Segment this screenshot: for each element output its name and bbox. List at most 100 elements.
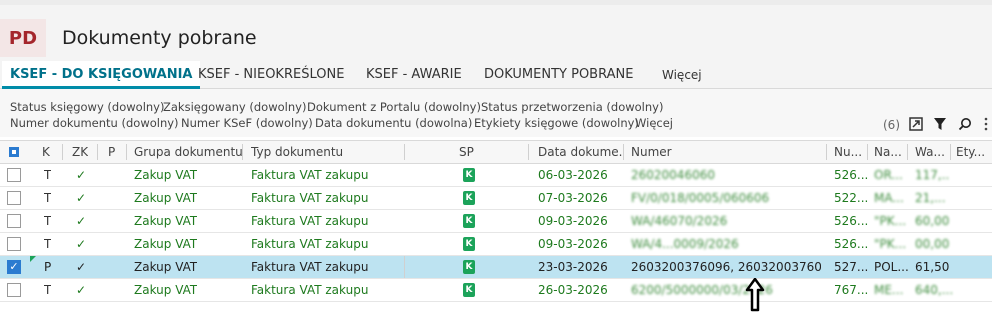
row-checkbox[interactable]: [7, 214, 21, 228]
record-count: (6): [883, 118, 900, 132]
col-separator: [242, 144, 243, 160]
cell-grupa: Zakup VAT: [134, 191, 198, 205]
filter-zaksiegowany[interactable]: Zaksięgowany (dowolny): [163, 100, 306, 114]
cell-grupa: Zakup VAT: [134, 283, 198, 297]
cell-wa: 21,...: [915, 191, 946, 205]
cell-nu: 526...: [834, 168, 869, 182]
cell-zk: ✓: [76, 260, 87, 274]
filter-numer-ksef[interactable]: Numer KSeF (dowolny): [181, 116, 313, 130]
table-row[interactable]: T ✓ Zakup VAT Faktura VAT zakupu 07-03-2026 F…: [0, 187, 992, 210]
cell-k: T: [44, 191, 52, 205]
col-zk[interactable]: ZK: [72, 141, 88, 163]
cell-zk: ✓: [76, 237, 87, 251]
col-separator: [907, 144, 908, 160]
filter-icon[interactable]: [931, 115, 949, 133]
filter-status-przetworzenia[interactable]: Status przetworzenia (dowolny): [481, 100, 663, 114]
tab-ksef-nieokreslone[interactable]: KSEF - NIEOKREŚLONE: [198, 61, 344, 89]
col-separator: [404, 144, 405, 160]
col-separator: [528, 144, 529, 160]
cell-typ: Faktura VAT zakupu: [251, 237, 369, 251]
cell-zk: ✓: [76, 214, 87, 228]
cell-numer: WA/46070/2026: [631, 214, 728, 228]
cell-typ: Faktura VAT zakupu: [251, 191, 369, 205]
column-divider: [404, 256, 405, 278]
col-separator: [97, 144, 98, 160]
cell-nu: 526...: [834, 214, 869, 228]
col-sp[interactable]: SP: [459, 141, 474, 163]
cell-na: OR...: [874, 168, 903, 182]
col-numer[interactable]: Numer: [631, 141, 672, 163]
tab-dokumenty-pobrane[interactable]: DOKUMENTY POBRANE: [484, 61, 633, 89]
ksef-icon: K: [463, 283, 475, 297]
table-row[interactable]: T ✓ Zakup VAT Faktura VAT zakupu 09-03-2026 W…: [0, 210, 992, 233]
ksef-icon: K: [463, 168, 475, 182]
row-checkbox[interactable]: ✓: [7, 260, 21, 274]
cell-k: P: [44, 260, 52, 274]
filter-more[interactable]: Więcej: [635, 116, 673, 130]
filter-bar: Status księgowy (dowolny) Zaksięgowany (…: [0, 89, 992, 137]
filter-numer-dokumentu[interactable]: Numer dokumentu (dowolny): [10, 116, 179, 130]
filter-dokument-z-portalu[interactable]: Dokument z Portalu (dowolny): [307, 100, 481, 114]
cell-k: T: [44, 237, 52, 251]
col-separator: [867, 144, 868, 160]
cell-nu: 767...: [834, 283, 869, 297]
row-checkbox[interactable]: [7, 237, 21, 251]
app-badge: PD: [0, 19, 46, 57]
table-row[interactable]: T ✓ Zakup VAT Faktura VAT zakupu 26-03-2026 6…: [0, 279, 992, 302]
row-checkbox[interactable]: [7, 168, 21, 182]
col-separator: [826, 144, 827, 160]
col-separator: [623, 144, 624, 160]
cell-numer: 26020046060: [631, 168, 715, 182]
tab-ksef-do-ksiegowania[interactable]: KSEF - DO KSIĘGOWANIA: [2, 61, 201, 89]
table-row[interactable]: ✓ P ✓ Zakup VAT Faktura VAT zakupu 23-03-2026…: [0, 256, 992, 279]
tab-ksef-awarie[interactable]: KSEF - AWARIE: [366, 61, 462, 89]
col-nu[interactable]: Nu...: [834, 141, 862, 163]
cell-numer: 6200/5000000/03/2026: [631, 283, 773, 297]
col-p[interactable]: P: [108, 141, 115, 163]
cell-k: T: [44, 283, 52, 297]
cell-nu: 522...: [834, 191, 869, 205]
cell-na: "PK...: [874, 214, 907, 228]
cell-data: 09-03-2026: [538, 214, 608, 228]
select-all-checkbox[interactable]: [9, 147, 19, 157]
table-row[interactable]: T ✓ Zakup VAT Faktura VAT zakupu 06-03-2026 2…: [0, 164, 992, 187]
cell-data: 07-03-2026: [538, 191, 608, 205]
col-separator: [950, 144, 951, 160]
search-icon[interactable]: [956, 115, 974, 133]
cell-na: POL...: [874, 260, 909, 274]
cell-na: MA...: [874, 191, 904, 205]
row-checkbox[interactable]: [7, 191, 21, 205]
expand-icon[interactable]: [907, 115, 925, 133]
cell-typ: Faktura VAT zakupu: [251, 214, 369, 228]
cell-nu: 527...: [834, 260, 869, 274]
grid-header: K ZK P Grupa dokumentu Typ dokumentu SP …: [0, 140, 992, 164]
tab-more[interactable]: Więcej: [662, 61, 702, 89]
cell-wa: 60,00: [915, 214, 950, 228]
cell-zk: ✓: [76, 283, 87, 297]
col-data-dokumentu[interactable]: Data dokume...: [538, 141, 622, 163]
table-row[interactable]: T ✓ Zakup VAT Faktura VAT zakupu 09-03-2026 W…: [0, 233, 992, 256]
cell-na: "PK...: [874, 237, 907, 251]
filter-etykiety-ksiegowe[interactable]: Etykiety księgowe (dowolny): [474, 116, 639, 130]
col-wa[interactable]: Wa...: [915, 141, 945, 163]
filter-data-dokumentu[interactable]: Data dokumentu (dowolna): [315, 116, 472, 130]
cell-grupa: Zakup VAT: [134, 260, 198, 274]
col-separator: [62, 144, 63, 160]
cell-k: T: [44, 214, 52, 228]
col-na[interactable]: Na...: [874, 141, 902, 163]
col-ety[interactable]: Ety...: [956, 141, 985, 163]
cell-numer: WA/4...0009/2026: [631, 237, 739, 251]
filter-status-ksiegowy[interactable]: Status księgowy (dowolny): [10, 100, 164, 114]
row-checkbox[interactable]: [7, 283, 21, 297]
col-grupa-dokumentu[interactable]: Grupa dokumentu: [134, 141, 243, 163]
cell-numer: 2603200376096, 2603200376096: [631, 260, 821, 274]
col-typ-dokumentu[interactable]: Typ dokumentu: [251, 141, 343, 163]
tab-bar: KSEF - DO KSIĘGOWANIA KSEF - NIEOKREŚLON…: [0, 61, 992, 89]
cell-wa: 61,50: [915, 260, 950, 274]
cell-typ: Faktura VAT zakupu: [251, 283, 369, 297]
cell-typ: Faktura VAT zakupu: [251, 260, 369, 274]
more-icon[interactable]: [980, 115, 992, 133]
cell-grupa: Zakup VAT: [134, 237, 198, 251]
col-k[interactable]: K: [42, 141, 50, 163]
ksef-icon: K: [463, 191, 475, 205]
